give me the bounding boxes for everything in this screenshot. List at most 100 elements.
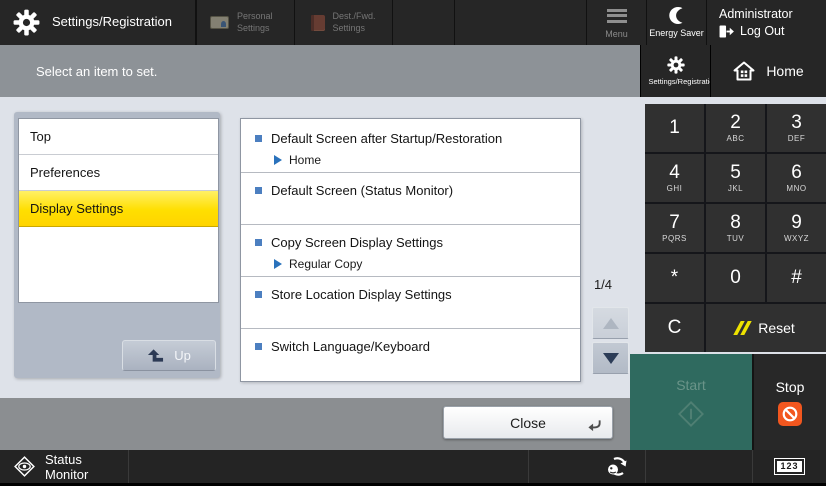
tab-dest-fwd-settings[interactable]: Dest./Fwd. Settings — [294, 0, 392, 45]
status-monitor-icon — [14, 456, 35, 477]
counter-check-button[interactable]: 123 — [752, 450, 826, 483]
counter-label: 123 — [777, 461, 802, 472]
bottombar-spacer — [128, 450, 528, 483]
key-8[interactable]: 8 TUV — [706, 204, 765, 252]
keypad-section: 1 2 ABC 3 DEF 4 GHI 5 JKL 6 MNO 7 PQRS 8 TUV 9W… — [630, 97, 826, 354]
log-out-button[interactable]: Administrator Log Out — [706, 0, 826, 45]
nav-item-top[interactable]: Top — [19, 119, 218, 155]
triangle-up-icon — [602, 317, 619, 329]
key-3[interactable]: 3 DEF — [767, 104, 826, 152]
stop-button[interactable]: Stop — [752, 354, 826, 450]
key-star[interactable]: * — [645, 254, 704, 302]
topbar-spacer — [392, 0, 454, 45]
dest-fwd-settings-icon — [310, 14, 325, 31]
key-7[interactable]: 7 PQRS — [645, 204, 704, 252]
settings-list: Default Screen after Startup/Restoration… — [240, 118, 581, 382]
page-up-button[interactable] — [592, 307, 629, 339]
start-button[interactable]: Start — [630, 354, 752, 450]
key-4[interactable]: 4 GHI — [645, 154, 704, 202]
setting-label: Default Screen (Status Monitor) — [271, 183, 454, 198]
numeric-keypad: 1 2 ABC 3 DEF 4 GHI 5 JKL 6 MNO 7 PQRS 8 TUV 9W… — [645, 104, 826, 352]
gear-icon — [666, 56, 685, 74]
tab-personal-settings[interactable]: Personal Settings — [196, 0, 294, 45]
language-switch-icon — [605, 456, 629, 478]
setting-item-store-location-display[interactable]: Store Location Display Settings — [241, 277, 580, 329]
bullet-icon — [255, 291, 262, 298]
log-out-label: Log Out — [740, 24, 785, 38]
setting-label: Store Location Display Settings — [271, 287, 452, 302]
log-out-icon — [719, 24, 734, 38]
counter-icon: 123 — [774, 458, 805, 475]
reset-button[interactable]: Reset — [706, 304, 826, 352]
page-down-button[interactable] — [592, 342, 629, 374]
moon-icon — [668, 7, 685, 24]
up-arrow-icon — [147, 349, 164, 362]
device-screen: Settings/Registration Personal Settings … — [0, 0, 826, 486]
setting-item-default-screen-status-monitor[interactable]: Default Screen (Status Monitor) — [241, 173, 580, 225]
bottom-bar: Status Monitor 123 — [0, 450, 826, 483]
bullet-icon — [255, 343, 262, 350]
bullet-icon — [255, 135, 262, 142]
energy-saver-button[interactable]: Energy Saver — [646, 0, 706, 45]
energy-saver-label: Energy Saver — [649, 28, 704, 38]
status-message-text: Select an item to set. — [36, 63, 158, 79]
status-monitor-label: Status Monitor — [45, 451, 89, 482]
main-area: Top Preferences Display Settings Up Defa… — [0, 97, 826, 450]
triangle-down-icon — [602, 352, 619, 364]
setting-value: Regular Copy — [289, 257, 363, 271]
key-0[interactable]: 0 — [706, 254, 765, 302]
setting-label: Switch Language/Keyboard — [271, 339, 431, 354]
nav-item-preferences[interactable]: Preferences — [19, 155, 218, 191]
subheader-row: Select an item to set. Settings/Registra… — [0, 45, 826, 97]
content-area: Top Preferences Display Settings Up Defa… — [0, 97, 630, 450]
status-monitor-button[interactable]: Status Monitor — [0, 450, 128, 483]
key-6[interactable]: 6 MNO — [767, 154, 826, 202]
bullet-icon — [255, 187, 262, 194]
home-button[interactable]: Home — [710, 45, 826, 97]
page-title: Settings/Registration — [52, 14, 172, 30]
settings-registration-header: Settings/Registration — [0, 0, 196, 45]
key-5[interactable]: 5 JKL — [706, 154, 765, 202]
up-button[interactable]: Up — [122, 340, 216, 371]
stop-label: Stop — [775, 378, 805, 395]
start-diamond-icon — [677, 400, 705, 428]
value-arrow-icon — [274, 155, 282, 165]
setting-label: Copy Screen Display Settings — [271, 235, 443, 250]
key-2[interactable]: 2 ABC — [706, 104, 765, 152]
language-switch-button[interactable] — [528, 450, 645, 483]
key-1[interactable]: 1 — [645, 104, 704, 152]
stop-prohibition-icon — [778, 401, 802, 426]
up-button-label: Up — [174, 348, 191, 363]
tab-label: Dest./Fwd. Settings — [332, 11, 376, 33]
close-button[interactable]: Close — [443, 406, 613, 439]
nav-item-display-settings[interactable]: Display Settings — [19, 191, 218, 227]
setting-value: Home — [289, 153, 322, 167]
start-stop-section: Start Stop — [630, 354, 826, 450]
home-label: Home — [766, 63, 804, 79]
bottombar-spacer — [645, 450, 752, 483]
setting-item-copy-screen-display[interactable]: Copy Screen Display Settings Regular Cop… — [241, 225, 580, 277]
page-indicator: 1/4 — [593, 277, 613, 292]
bullet-icon — [255, 239, 262, 246]
menu-button[interactable]: Menu — [586, 0, 646, 45]
setting-item-default-screen-startup[interactable]: Default Screen after Startup/Restoration… — [241, 121, 580, 173]
settings-registration-button[interactable]: Settings/Registration — [640, 45, 718, 97]
key-hash[interactable]: # — [767, 254, 826, 302]
gear-icon — [13, 9, 40, 36]
setting-label: Default Screen after Startup/Restoration — [271, 131, 503, 146]
topbar-spacer — [454, 0, 586, 45]
start-label: Start — [676, 376, 706, 393]
clear-key[interactable]: C — [645, 304, 704, 352]
nav-list: Top Preferences Display Settings — [18, 118, 219, 303]
setting-item-switch-language-keyboard[interactable]: Switch Language/Keyboard — [241, 329, 580, 381]
reset-slash-icon — [733, 321, 752, 335]
bottom-action-strip: Close — [0, 398, 630, 450]
top-bar: Settings/Registration Personal Settings … — [0, 0, 826, 45]
personal-settings-icon — [210, 16, 229, 29]
menu-label: Menu — [605, 29, 628, 39]
tab-label: Personal Settings — [237, 11, 273, 33]
reset-label: Reset — [758, 320, 795, 336]
settings-registration-label: Settings/Registration — [648, 76, 718, 86]
return-arrow-icon — [587, 419, 602, 432]
key-9[interactable]: 9 WXYZ — [767, 204, 826, 252]
